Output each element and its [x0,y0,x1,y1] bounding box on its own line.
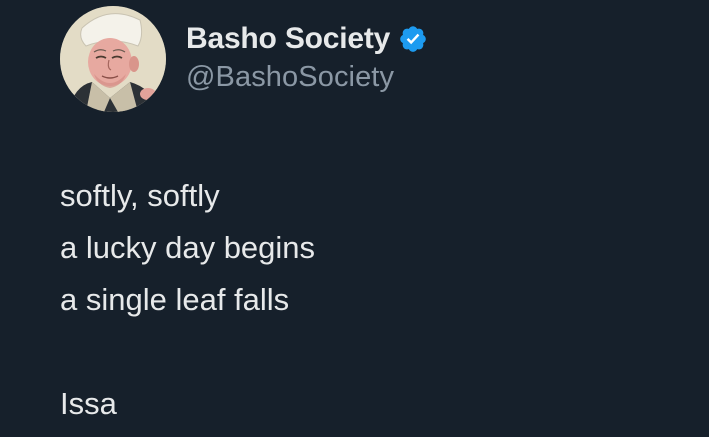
tweet-line-2: a lucky day begins [60,230,316,265]
avatar-portrait-image [60,6,166,112]
author-identity: Basho Society @BashoSociety [186,17,428,94]
avatar[interactable] [60,6,166,112]
line-break [60,326,680,378]
author-display-name[interactable]: Basho Society [186,22,390,56]
tweet-attribution: Issa [60,386,117,421]
verified-badge-icon[interactable] [398,24,428,54]
name-row: Basho Society [186,17,428,61]
tweet-text: softly, softly a lucky day begins a sing… [60,170,680,430]
tweet-line-1: softly, softly [60,178,220,213]
author-handle[interactable]: @BashoSociety [186,61,428,94]
tweet-header: Basho Society @BashoSociety [60,6,428,112]
tweet-line-3: a single leaf falls [60,282,290,317]
